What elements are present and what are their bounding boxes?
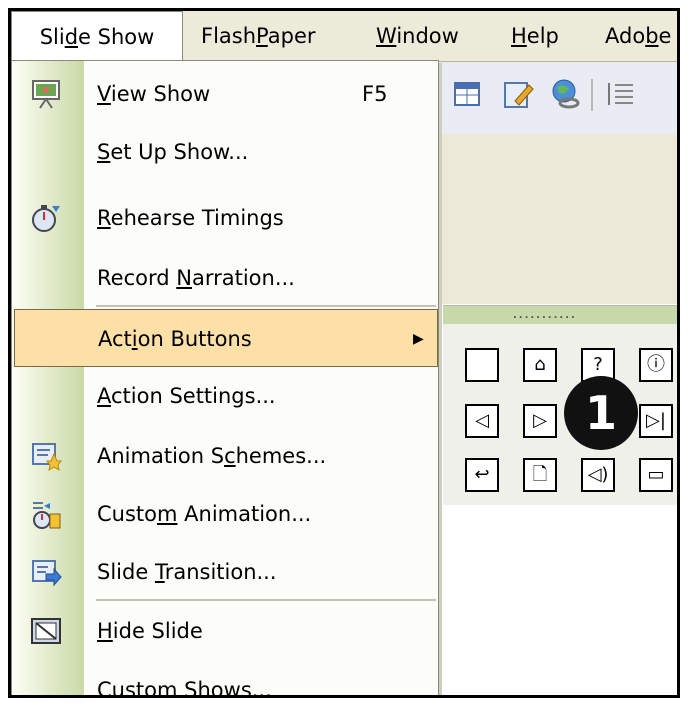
menu-item-record-narration[interactable]: Record Narration... (12, 249, 438, 307)
menu-flashpaper[interactable]: FlashPaper (201, 11, 316, 61)
toolbar-separator (591, 79, 593, 111)
menu-item-action-settings[interactable]: Action Settings... (12, 367, 438, 425)
slide-area (443, 505, 677, 695)
menu-slide-show[interactable]: Slide Show (11, 11, 183, 61)
action-button-movie[interactable]: ▭ (639, 458, 673, 492)
action-button-sound[interactable]: ◁) (581, 458, 615, 492)
action-button-forward[interactable]: ▷ (523, 404, 557, 438)
table-icon[interactable] (451, 77, 485, 111)
palette-drag-handle[interactable]: ........... (443, 306, 677, 324)
menu-item-shortcut: F5 (362, 82, 388, 106)
menu-item-label: Action Buttons (98, 327, 252, 351)
screenshot-frame: Slide Show FlashPaper Window Help Adobe (8, 8, 680, 698)
menu-separator (96, 305, 436, 307)
custom-animation-icon (30, 498, 62, 530)
menu-item-label: Set Up Show... (97, 140, 249, 164)
menu-adobe[interactable]: Adobe (605, 11, 671, 61)
animation-schemes-icon (30, 440, 62, 472)
menu-item-label: Custom Animation... (97, 502, 312, 526)
menu-item-label: Record Narration... (97, 266, 295, 290)
action-buttons-palette: ........... ⌂ ? ⓘ ◁ ▷ ▷| ↩ 🗋 ◁) ▭ (443, 305, 677, 506)
menu-bar: Slide Show FlashPaper Window Help Adobe (11, 11, 677, 62)
action-button-home[interactable]: ⌂ (523, 348, 557, 382)
menu-separator (96, 599, 436, 601)
increase-paragraph-spacing-icon[interactable] (603, 77, 637, 111)
menu-item-action-buttons[interactable]: Action Buttons ▶ (14, 309, 438, 367)
action-button-return[interactable]: ↩ (465, 458, 499, 492)
edit-document-icon[interactable] (501, 77, 535, 111)
action-button-document[interactable]: 🗋 (523, 458, 557, 492)
menu-item-label: Animation Schemes... (97, 444, 327, 468)
menu-item-label: View Show (97, 82, 211, 106)
stopwatch-icon (30, 202, 62, 234)
slide-show-dropdown-menu: View Show F5 Set Up Show... Rehearse Tim… (11, 60, 439, 698)
menu-help[interactable]: Help (511, 11, 559, 61)
action-button-custom[interactable] (465, 348, 499, 382)
menu-item-custom-shows[interactable]: Custom Shows... (12, 661, 438, 698)
menu-item-label: Hide Slide (97, 619, 203, 643)
submenu-arrow-icon: ▶ (413, 331, 424, 347)
action-button-information[interactable]: ⓘ (639, 348, 673, 382)
menu-item-label: Custom Shows... (97, 678, 272, 698)
step-callout-badge: 1 (564, 376, 638, 450)
menu-item-label: Rehearse Timings (97, 206, 284, 230)
menu-item-animation-schemes[interactable]: Animation Schemes... (12, 427, 438, 485)
hyperlink-globe-icon[interactable] (549, 77, 583, 111)
menu-item-hide-slide[interactable]: Hide Slide (12, 602, 438, 660)
hide-slide-icon (30, 615, 62, 647)
projector-screen-icon (30, 78, 62, 110)
menu-item-slide-transition[interactable]: Slide Transition... (12, 543, 438, 601)
menu-item-label: Action Settings... (97, 384, 276, 408)
menu-window[interactable]: Window (376, 11, 459, 61)
menu-item-label: Slide Transition... (97, 560, 277, 584)
menu-item-view-show[interactable]: View Show F5 (12, 65, 438, 123)
menu-item-set-up-show[interactable]: Set Up Show... (12, 123, 438, 181)
action-button-end[interactable]: ▷| (639, 404, 673, 438)
menu-item-rehearse-timings[interactable]: Rehearse Timings (12, 189, 438, 247)
menu-item-custom-animation[interactable]: Custom Animation... (12, 485, 438, 543)
slide-transition-icon (30, 556, 62, 588)
action-button-back[interactable]: ◁ (465, 404, 499, 438)
